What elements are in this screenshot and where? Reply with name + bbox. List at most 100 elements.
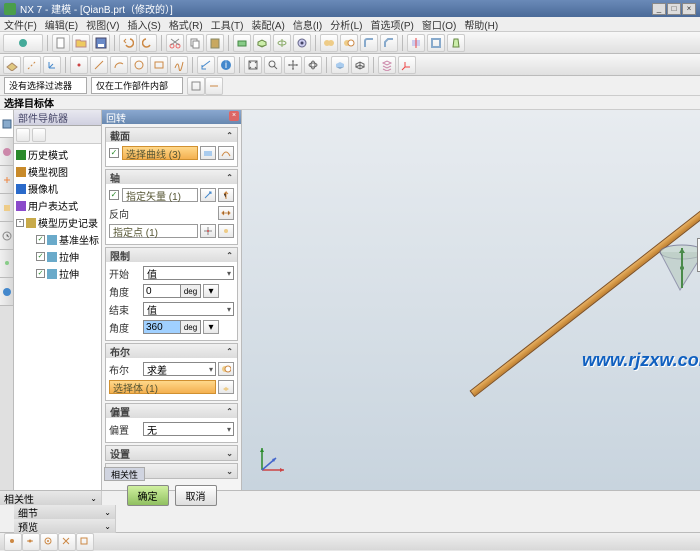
start-angle-input[interactable]: 0 [143,284,181,298]
expr-icon[interactable]: ▾ [203,284,219,298]
tree-item[interactable]: 历史模式 [16,146,99,163]
vector-infer-icon[interactable] [218,188,234,202]
layer-icon[interactable] [378,56,396,74]
scope-select[interactable]: 仅在工作部件内部 [91,77,183,94]
redo-icon[interactable] [139,34,157,52]
specify-vector[interactable]: 指定矢量 (1) [122,188,198,202]
select-body[interactable]: 选择体 (1) [109,380,216,394]
panel-prev-header[interactable]: 预览⌄ [14,519,115,533]
menu-info[interactable]: 信息(I) [293,17,322,32]
menu-prefs[interactable]: 首选项(P) [371,17,414,32]
arc-icon[interactable] [110,56,128,74]
tab-navigator[interactable] [0,110,13,138]
hole-icon[interactable] [293,34,311,52]
pan-icon[interactable] [284,56,302,74]
snap-mid-icon[interactable] [22,533,40,551]
offset-header[interactable]: 偏置⌃ [106,404,237,418]
cut-icon[interactable] [166,34,184,52]
revolve-preview-cone[interactable] [652,240,700,300]
menu-assembly[interactable]: 装配(A) [251,17,284,32]
end-angle-input[interactable]: 360 [143,320,181,334]
menu-analysis[interactable]: 分析(L) [330,17,362,32]
start-select[interactable]: 值 [143,266,234,280]
sel-opt2-icon[interactable] [205,77,223,95]
menu-tools[interactable]: 工具(T) [211,17,244,32]
tree-item[interactable]: -模型历史记录 [16,214,99,231]
tree-item[interactable]: ✓基准坐标 [16,231,99,248]
tree-item[interactable]: 摄像机 [16,180,99,197]
snap-end-icon[interactable] [4,533,22,551]
shell-icon[interactable] [427,34,445,52]
rotate-icon[interactable] [304,56,322,74]
copy-icon[interactable] [186,34,204,52]
open-icon[interactable] [72,34,90,52]
dialog-close-icon[interactable]: × [229,111,239,121]
dialog-header[interactable]: 回转 × [102,110,241,124]
tab-assembly[interactable] [0,138,13,166]
tab-roles[interactable] [0,250,13,278]
fit-icon[interactable] [244,56,262,74]
tree-item[interactable]: ✓拉伸 [16,265,99,282]
end-select[interactable]: 值 [143,302,234,316]
sketch-icon[interactable] [233,34,251,52]
tree-item[interactable]: 用户表达式 [16,197,99,214]
filter-select[interactable]: 没有选择过滤器 [4,77,87,94]
new-icon[interactable] [52,34,70,52]
draft-icon[interactable] [447,34,465,52]
subtract-icon[interactable] [340,34,358,52]
zoom-icon[interactable] [264,56,282,74]
menu-file[interactable]: 文件(F) [4,17,37,32]
offset-select[interactable]: 无 [143,422,234,436]
spline-icon[interactable] [170,56,188,74]
point-infer-icon[interactable] [218,224,234,238]
specify-point[interactable]: 指定点 (1) [109,224,198,238]
nav-expand-icon[interactable] [32,128,46,142]
trim-icon[interactable] [407,34,425,52]
circle-icon[interactable] [130,56,148,74]
boolean-header[interactable]: 布尔⌃ [106,344,237,358]
bool-icon[interactable] [218,362,234,376]
menu-window[interactable]: 窗口(O) [422,17,456,32]
point-dialog-icon[interactable] [200,224,216,238]
extrude-icon[interactable] [253,34,271,52]
tab-history[interactable] [0,222,13,250]
panel-det-header[interactable]: 细节⌄ [14,505,115,519]
maximize-button[interactable]: □ [667,3,681,15]
chamfer-icon[interactable] [380,34,398,52]
info-icon[interactable]: i [217,56,235,74]
start-button[interactable] [3,34,43,52]
tab-reuse[interactable] [0,194,13,222]
body-icon[interactable] [218,380,234,394]
menu-insert[interactable]: 插入(S) [127,17,160,32]
unite-icon[interactable] [320,34,338,52]
tab-web[interactable] [0,278,13,306]
save-icon[interactable] [92,34,110,52]
snap-center-icon[interactable] [40,533,58,551]
select-curve[interactable]: 选择曲线 (3) [122,146,198,160]
undo-icon[interactable] [119,34,137,52]
datum-plane-icon[interactable] [3,56,21,74]
revolve-icon[interactable] [273,34,291,52]
menu-format[interactable]: 格式(R) [169,17,203,32]
sel-opt-icon[interactable] [187,77,205,95]
settings-header[interactable]: 设置⌄ [106,446,237,460]
wireframe-icon[interactable] [351,56,369,74]
section-header[interactable]: 截面⌃ [106,128,237,142]
minimize-button[interactable]: _ [652,3,666,15]
datum-csys-icon[interactable] [43,56,61,74]
ok-button[interactable]: 确定 [127,485,169,506]
shaded-icon[interactable] [331,56,349,74]
menu-view[interactable]: 视图(V) [86,17,119,32]
curve-rule-icon[interactable] [218,146,234,160]
bool-select[interactable]: 求差 [143,362,216,376]
vector-dialog-icon[interactable] [200,188,216,202]
graphics-viewport[interactable]: 结束 deg ▾ www.rjzxw.com [242,110,700,490]
point-icon[interactable] [70,56,88,74]
datum-axis-icon[interactable] [23,56,41,74]
measure-icon[interactable] [197,56,215,74]
dependency-tab[interactable]: 相关性 [104,467,145,481]
snap-intersect-icon[interactable] [58,533,76,551]
menu-edit[interactable]: 编辑(E) [45,17,78,32]
tab-constraint[interactable] [0,166,13,194]
model-tree[interactable]: 历史模式模型视图摄像机用户表达式-模型历史记录✓基准坐标✓拉伸✓拉伸 [14,144,101,490]
